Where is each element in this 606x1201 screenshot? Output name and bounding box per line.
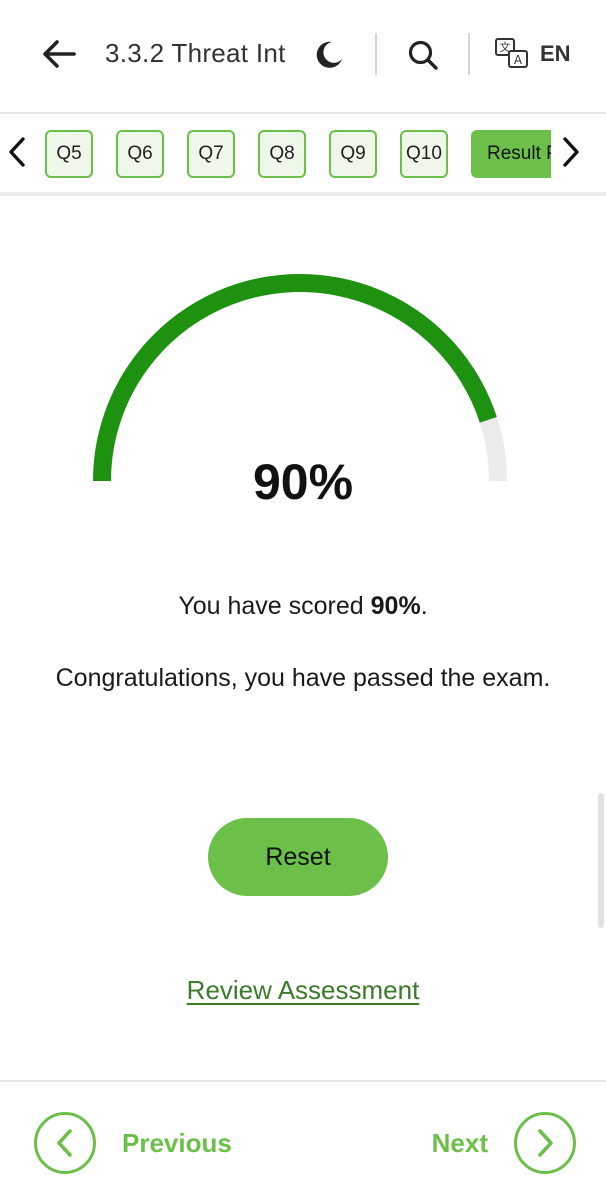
- scrollbar[interactable]: [598, 793, 604, 928]
- header-divider: [375, 33, 377, 75]
- svg-text:A: A: [514, 53, 523, 67]
- header-divider: [468, 33, 470, 75]
- score-summary-prefix: You have scored: [178, 592, 371, 620]
- dark-mode-toggle[interactable]: [310, 36, 348, 74]
- question-chip-q7[interactable]: Q7: [187, 130, 235, 178]
- scroll-left-button[interactable]: [2, 132, 32, 172]
- chevron-right-icon: [538, 1129, 553, 1157]
- page-title: 3.3.2 Threat Intelligence: [105, 38, 285, 68]
- reset-button[interactable]: Reset: [208, 818, 388, 896]
- previous-circle: [34, 1112, 96, 1174]
- next-button[interactable]: Next: [432, 1112, 576, 1174]
- search-icon: [408, 40, 438, 70]
- chevron-left-icon: [9, 137, 25, 167]
- gauge-fill: [93, 274, 497, 482]
- previous-button[interactable]: Previous: [34, 1112, 232, 1174]
- previous-label: Previous: [122, 1127, 232, 1158]
- score-percentage: 90%: [252, 454, 354, 510]
- question-chip-q6[interactable]: Q6: [116, 130, 164, 178]
- review-assessment-link[interactable]: Review Assessment: [0, 975, 606, 1006]
- language-selector[interactable]: 文 A EN: [494, 35, 571, 73]
- arrow-left-icon: [43, 40, 76, 68]
- question-chip-q8[interactable]: Q8: [258, 130, 306, 178]
- moon-icon: [316, 41, 342, 68]
- question-chip-q5[interactable]: Q5: [45, 130, 93, 178]
- question-chip-q9[interactable]: Q9: [329, 130, 377, 178]
- score-summary: You have scored 90%.: [0, 592, 606, 621]
- next-label: Next: [431, 1127, 488, 1158]
- question-list: Q5 Q6 Q7 Q8 Q9 Q10 Result Page: [45, 130, 551, 178]
- chevron-left-icon: [57, 1129, 72, 1157]
- score-summary-suffix: .: [420, 592, 428, 620]
- language-label: EN: [540, 41, 571, 66]
- next-circle: [514, 1112, 576, 1174]
- chevron-right-icon: [563, 137, 579, 167]
- gauge-track: [93, 274, 507, 482]
- result-page-chip[interactable]: Result Page: [471, 130, 551, 178]
- bottom-navigation: Previous Next: [0, 1080, 606, 1201]
- back-button[interactable]: [40, 35, 78, 73]
- score-summary-value: 90%: [370, 592, 421, 620]
- question-chip-q10[interactable]: Q10: [400, 130, 448, 178]
- top-app-bar: 3.3.2 Threat Intelligence 文 A EN: [0, 0, 606, 114]
- pass-message: Congratulations, you have passed the exa…: [55, 664, 551, 692]
- scroll-right-button[interactable]: [556, 132, 586, 172]
- translate-icon: 文 A: [495, 38, 528, 68]
- search-button[interactable]: [403, 35, 443, 75]
- question-navigator: Q5 Q6 Q7 Q8 Q9 Q10 Result Page: [0, 114, 606, 196]
